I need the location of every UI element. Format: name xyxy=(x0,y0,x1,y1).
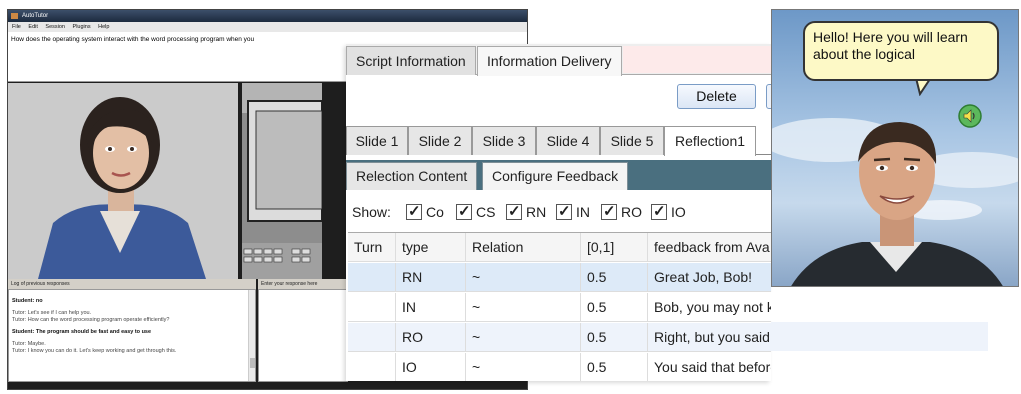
cell-type: RO xyxy=(396,323,466,351)
top-tabbar: Script Information Information Delivery xyxy=(346,44,771,76)
input-label: Enter your response here xyxy=(258,279,348,289)
menu-session[interactable]: Session xyxy=(45,24,65,30)
log-entry: Tutor: I know you can do it. Let's keep … xyxy=(12,348,177,354)
filter-ro-checkbox[interactable]: RO xyxy=(601,202,642,223)
cell-turn xyxy=(348,293,396,321)
log-entry: Student: no xyxy=(12,298,43,304)
menu-help[interactable]: Help xyxy=(98,24,109,30)
column-header-feedback[interactable]: feedback from Ava xyxy=(648,233,771,261)
filter-co-checkbox[interactable]: Co xyxy=(406,202,444,223)
computer-scene xyxy=(242,83,322,279)
cell-relation: ~ xyxy=(466,263,581,291)
table-row[interactable]: IO ~ 0.5 You said that before and it was… xyxy=(348,353,771,381)
cell-feedback: Bob, you may not know what you are talki… xyxy=(654,299,771,315)
cell-type: RN xyxy=(396,263,466,291)
autotutor-title: AutoTutor xyxy=(22,13,49,19)
cell-value: 0.5 xyxy=(581,293,648,321)
log-label: Log of previous responses xyxy=(8,279,256,289)
sub-tabbar: Relection Content Configure Feedback xyxy=(346,160,771,190)
cell-relation: ~ xyxy=(466,293,581,321)
table-row[interactable]: RO ~ 0.5 Right, but you said something s… xyxy=(348,323,771,352)
tutor-avatar xyxy=(8,83,238,279)
tab-information-delivery[interactable]: Information Delivery xyxy=(477,46,622,76)
cell-feedback: You said that before and it was wrong th… xyxy=(654,359,771,375)
checkbox-checked-icon[interactable] xyxy=(456,202,472,221)
log-entry: Tutor: How can the word processing progr… xyxy=(12,317,170,323)
tab-slide-3[interactable]: Slide 3 xyxy=(472,126,536,155)
tab-script-information[interactable]: Script Information xyxy=(346,46,476,75)
row-bg xyxy=(771,292,988,321)
header-bar xyxy=(623,46,771,73)
column-header-type[interactable]: type xyxy=(396,233,466,261)
speech-bubble: Hello! Here you will learn about the log… xyxy=(803,21,999,81)
log-scrollbar[interactable] xyxy=(248,290,255,381)
log-entry: Student: The program should be fast and … xyxy=(12,329,152,335)
authoring-panel: Script Information Information Delivery … xyxy=(346,44,771,381)
cell-feedback: Right, but you said something similar be… xyxy=(654,329,771,345)
menu-plugins[interactable]: Plugins xyxy=(73,24,91,30)
filter-in-checkbox[interactable]: IN xyxy=(556,202,590,223)
checkbox-checked-icon[interactable] xyxy=(406,202,422,221)
slide-tabbar: Slide 1 Slide 2 Slide 3 Slide 4 Slide 5 … xyxy=(346,124,771,156)
tab-slide-5[interactable]: Slide 5 xyxy=(600,126,664,155)
column-header-value[interactable]: [0,1] xyxy=(581,233,648,261)
cell-type: IO xyxy=(396,353,466,381)
menu-edit[interactable]: Edit xyxy=(28,24,37,30)
tab-slide-4[interactable]: Slide 4 xyxy=(536,126,600,155)
response-input[interactable] xyxy=(258,289,348,382)
cell-type: IN xyxy=(396,293,466,321)
delete-button[interactable]: Delete xyxy=(677,84,756,109)
cell-feedback: Great Job, Bob! xyxy=(654,269,753,285)
cell-turn xyxy=(348,263,396,291)
cell-turn xyxy=(348,323,396,351)
cell-value: 0.5 xyxy=(581,263,648,291)
table-row[interactable]: RN ~ 0.5 Great Job, Bob! xyxy=(348,263,771,292)
checkbox-checked-icon[interactable] xyxy=(506,202,522,221)
table-row[interactable]: IN ~ 0.5 Bob, you may not know what you … xyxy=(348,293,771,322)
cell-value: 0.5 xyxy=(581,353,648,381)
response-log[interactable]: Student: no Tutor: Let's see if I can he… xyxy=(8,289,256,382)
feedback-overflow-area xyxy=(771,292,988,382)
agent-panel: Hello! Here you will learn about the log… xyxy=(771,9,1019,287)
checkbox-checked-icon[interactable] xyxy=(651,202,667,221)
filter-rn-checkbox[interactable]: RN xyxy=(506,202,546,223)
cell-value: 0.5 xyxy=(581,323,648,351)
checkbox-checked-icon[interactable] xyxy=(556,202,572,221)
cell-relation: ~ xyxy=(466,353,581,381)
show-label: Show: xyxy=(352,204,391,220)
cell-relation: ~ xyxy=(466,323,581,351)
column-header-turn[interactable]: Turn xyxy=(348,233,396,261)
autotutor-titlebar: AutoTutor xyxy=(8,10,527,22)
male-agent-avatar xyxy=(772,118,1018,286)
filter-cs-checkbox[interactable]: CS xyxy=(456,202,495,223)
feedback-table: Turn type Relation [0,1] feedback from A… xyxy=(348,232,771,381)
computer-illustration xyxy=(242,83,322,279)
autotutor-menubar: File Edit Session Plugins Help xyxy=(8,22,527,32)
tab-reflection1[interactable]: Reflection1 xyxy=(664,126,756,156)
log-entry: Tutor: Maybe. xyxy=(12,341,46,347)
row-bg xyxy=(771,322,988,351)
column-header-relation[interactable]: Relation xyxy=(466,233,581,261)
tab-relection-content[interactable]: Relection Content xyxy=(346,162,478,190)
tab-configure-feedback[interactable]: Configure Feedback xyxy=(482,162,629,190)
speaker-icon[interactable] xyxy=(958,104,982,128)
checkbox-checked-icon[interactable] xyxy=(601,202,617,221)
cell-turn xyxy=(348,353,396,381)
table-header: Turn type Relation [0,1] feedback from A… xyxy=(348,233,771,262)
tab-slide-1[interactable]: Slide 1 xyxy=(346,126,408,155)
scroll-thumb[interactable] xyxy=(250,358,255,368)
app-icon xyxy=(11,13,18,19)
log-entry: Tutor: Let's see if I can help you. xyxy=(12,310,92,316)
filter-row: Show: Co CS RN IN RO IO xyxy=(346,200,771,226)
tutor-avatar-illustration xyxy=(8,83,238,279)
filter-io-checkbox[interactable]: IO xyxy=(651,202,686,223)
tab-slide-2[interactable]: Slide 2 xyxy=(408,126,472,155)
menu-file[interactable]: File xyxy=(12,24,21,30)
